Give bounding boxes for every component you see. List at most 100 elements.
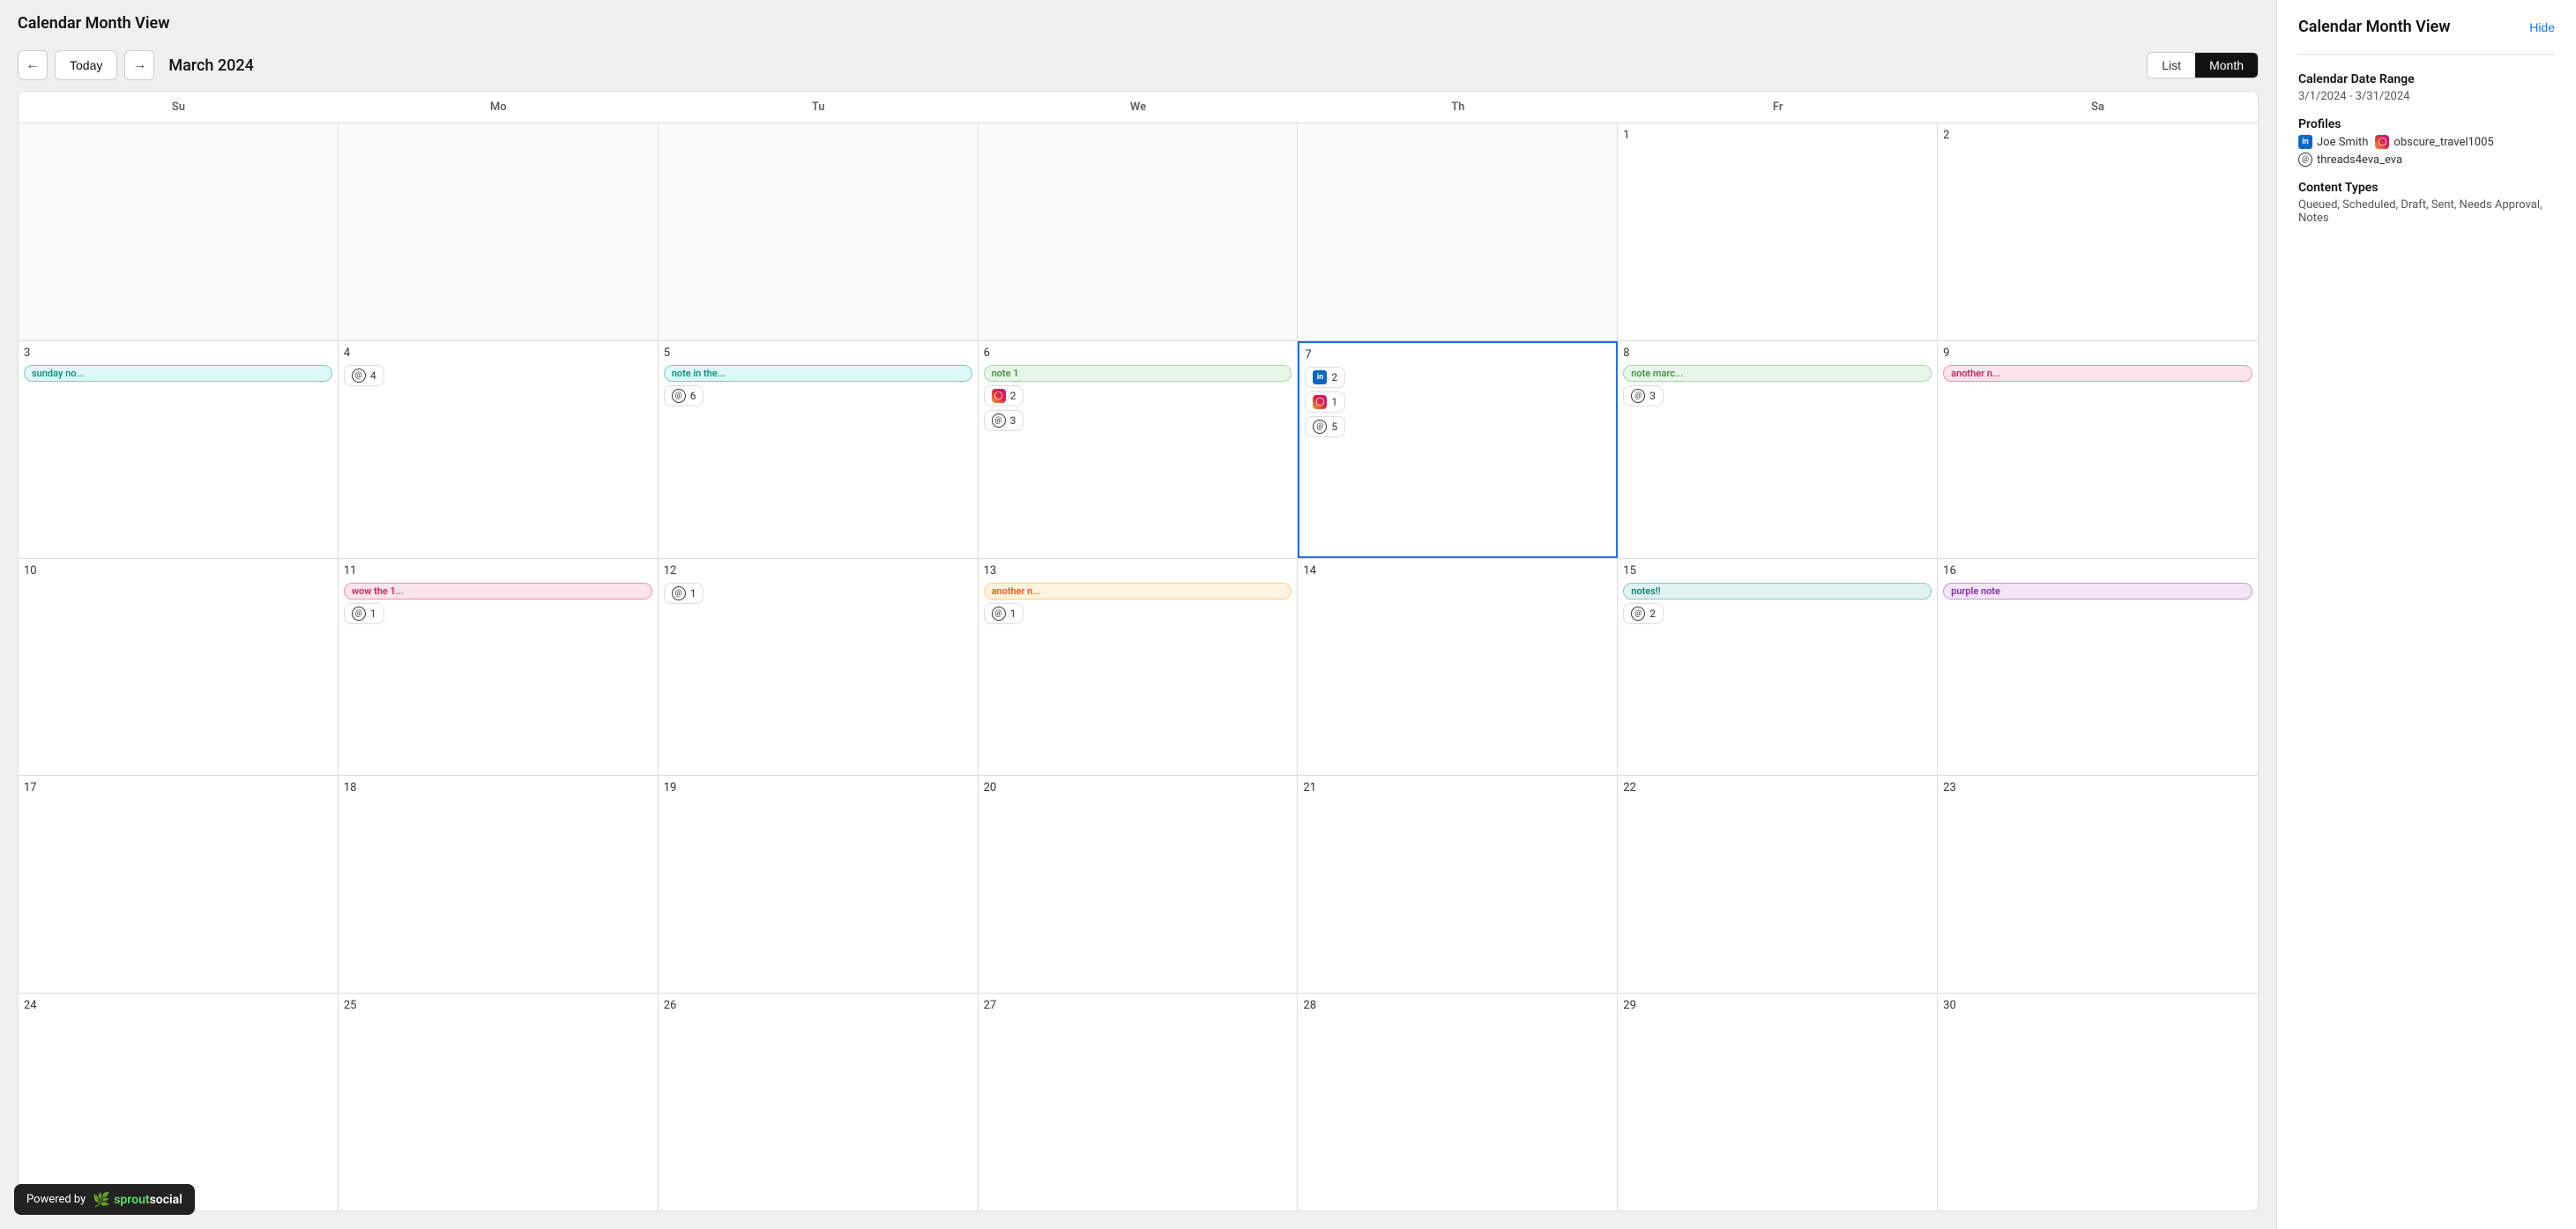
threads-icon: @: [992, 413, 1006, 428]
sidebar-section-title-profiles: Profiles: [2298, 117, 2555, 131]
day-cell-mar10: 10: [19, 559, 339, 776]
event-pill[interactable]: sunday no...: [24, 365, 332, 382]
badge-count: 3: [1649, 390, 1656, 402]
day-cell-mar7-today: 7 in 2 ◯ 1 @ 5: [1298, 341, 1618, 558]
day-cell-mar23: 23: [1938, 776, 2258, 993]
instagram-icon: ◯: [2375, 135, 2389, 149]
event-pill[interactable]: note in the...: [664, 365, 972, 382]
hide-button[interactable]: Hide: [2529, 20, 2555, 34]
day-number: 27: [984, 999, 1292, 1012]
day-number: 24: [24, 999, 332, 1012]
day-header-we: We: [979, 92, 1299, 123]
event-pill[interactable]: note 1: [984, 365, 1292, 382]
day-number: 19: [664, 781, 972, 794]
week-row-3: 10 11 wow the 1... @ 1 12: [19, 559, 2258, 777]
event-pill[interactable]: another n...: [984, 583, 1292, 600]
day-cell-mar8: 8 note marc... @ 3: [1618, 341, 1938, 558]
badge-count: 1: [1331, 396, 1337, 408]
threads-count-badge[interactable]: @ 1: [664, 583, 704, 604]
day-number: 23: [1943, 781, 2252, 794]
linkedin-count-badge[interactable]: in 2: [1305, 367, 1345, 388]
threads-count-badge[interactable]: @ 5: [1305, 416, 1345, 437]
event-pill[interactable]: purple note: [1943, 583, 2252, 600]
day-number: 6: [984, 346, 1292, 360]
day-cell-mar28: 28: [1298, 994, 1618, 1210]
day-header-th: Th: [1298, 92, 1618, 123]
month-title: March 2024: [168, 56, 2140, 75]
day-cell-mar22: 22: [1618, 776, 1938, 993]
day-cell-mar1: 1: [1618, 123, 1938, 340]
threads-count-badge[interactable]: @ 1: [984, 603, 1024, 624]
prev-month-button[interactable]: ←: [18, 50, 48, 80]
sidebar-date-range-value: 3/1/2024 - 3/31/2024: [2298, 90, 2555, 103]
today-button[interactable]: Today: [55, 50, 117, 80]
day-cell-mar12: 12 @ 1: [659, 559, 979, 776]
profile-joe-smith: in Joe Smith: [2298, 135, 2368, 149]
badge-count: 1: [370, 607, 376, 620]
profile-name: threads4eva_eva: [2317, 153, 2402, 167]
instagram-icon: ◯: [1313, 395, 1327, 409]
instagram-count-badge[interactable]: ◯ 2: [984, 385, 1024, 406]
threads-icon: @: [1631, 389, 1645, 403]
instagram-count-badge[interactable]: ◯ 1: [1305, 391, 1345, 413]
profile-name: obscure_travel1005: [2394, 136, 2493, 149]
profiles-list: in Joe Smith ◯ obscure_travel1005 @ thre…: [2298, 135, 2555, 167]
calendar-grid: Su Mo Tu We Th Fr Sa 1: [18, 91, 2259, 1211]
event-pill[interactable]: wow the 1...: [344, 583, 652, 600]
event-pill[interactable]: note marc...: [1623, 365, 1932, 382]
day-cell-mar2: 2: [1938, 123, 2258, 340]
day-header-mo: Mo: [339, 92, 659, 123]
calendar-container: ← Today → March 2024 List Month Su Mo Tu…: [0, 40, 2276, 1229]
weeks: 1 2 3 sunday no... 4: [19, 123, 2258, 1210]
day-cell-mar6: 6 note 1 ◯ 2 @ 3: [979, 341, 1299, 558]
day-number: 8: [1623, 346, 1932, 360]
next-month-button[interactable]: →: [124, 50, 154, 80]
day-number: 11: [344, 564, 652, 577]
threads-count-badge[interactable]: @ 2: [1623, 603, 1664, 624]
event-pill[interactable]: notes!!: [1623, 583, 1932, 600]
day-cell-mar17: 17: [19, 776, 339, 993]
list-view-button[interactable]: List: [2148, 53, 2195, 78]
threads-count-badge[interactable]: @ 1: [344, 603, 384, 624]
day-cell-mar16: 16 purple note: [1938, 559, 2258, 776]
sprout-brand-text: sproutsocial: [114, 1193, 182, 1207]
day-cell-mar9: 9 another n...: [1938, 341, 2258, 558]
threads-icon: @: [1631, 607, 1645, 621]
powered-by-footer: Powered by 🌿 sproutsocial: [14, 1184, 195, 1215]
day-number: 9: [1943, 346, 2252, 360]
sidebar-content-types-value: Queued, Scheduled, Draft, Sent, Needs Ap…: [2298, 198, 2555, 225]
linkedin-icon: in: [1313, 370, 1327, 384]
profile-instagram: ◯ obscure_travel1005: [2375, 135, 2493, 149]
day-cell-mar11: 11 wow the 1... @ 1: [339, 559, 659, 776]
threads-count-badge[interactable]: @ 3: [984, 410, 1024, 431]
day-number: 30: [1943, 999, 2252, 1012]
day-header-fr: Fr: [1618, 92, 1938, 123]
threads-count-badge[interactable]: @ 3: [1623, 385, 1664, 406]
day-number: 18: [344, 781, 652, 794]
event-pill[interactable]: another n...: [1943, 365, 2252, 382]
sidebar-section-title-date-range: Calendar Date Range: [2298, 72, 2555, 86]
day-cell-feb28: [979, 123, 1299, 340]
week-row-1: 1 2: [19, 123, 2258, 341]
day-number: 10: [24, 564, 332, 577]
view-toggle: List Month: [2147, 52, 2259, 78]
day-cell-mar19: 19: [659, 776, 979, 993]
day-cell-feb27: [659, 123, 979, 340]
threads-count-badge[interactable]: @ 6: [664, 385, 704, 406]
day-number: 17: [24, 781, 332, 794]
month-view-button[interactable]: Month: [2195, 53, 2258, 78]
day-number: 2: [1943, 129, 2252, 142]
day-cell-mar18: 18: [339, 776, 659, 993]
threads-icon: @: [1313, 420, 1327, 434]
day-header-tu: Tu: [659, 92, 979, 123]
day-cell-mar13: 13 another n... @ 1: [979, 559, 1299, 776]
day-cell-mar5: 5 note in the... @ 6: [659, 341, 979, 558]
threads-count-badge[interactable]: @ 4: [344, 365, 384, 386]
day-number: 29: [1623, 999, 1932, 1012]
sidebar-header: Calendar Month View Hide: [2298, 18, 2555, 36]
profile-name: Joe Smith: [2317, 136, 2368, 149]
linkedin-icon: in: [2298, 135, 2312, 149]
day-number: 22: [1623, 781, 1932, 794]
day-cell-mar26: 26: [659, 994, 979, 1210]
day-cell-mar30: 30: [1938, 994, 2258, 1210]
